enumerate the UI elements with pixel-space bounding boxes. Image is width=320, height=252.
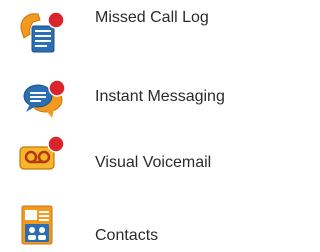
voicemail-icon — [16, 131, 68, 183]
list-item-contacts[interactable]: Contacts — [0, 192, 267, 248]
list-item-label: Instant Messaging — [95, 88, 225, 105]
missed-call-icon — [16, 8, 68, 60]
chat-bubbles-icon — [16, 72, 68, 124]
contact-card-icon — [16, 198, 68, 250]
list-item-label: Missed Call Log — [95, 9, 209, 26]
list-item-visual-voicemail[interactable]: Visual Voicemail — [0, 128, 267, 184]
list-item-instant-messaging[interactable]: Instant Messaging — [0, 64, 267, 120]
feature-list: Missed Call Log Instant Messaging Visual… — [0, 0, 267, 252]
list-item-missed-call-log[interactable]: Missed Call Log — [0, 0, 267, 56]
list-item-label: Contacts — [95, 227, 159, 244]
list-item-label: Visual Voicemail — [95, 154, 212, 171]
